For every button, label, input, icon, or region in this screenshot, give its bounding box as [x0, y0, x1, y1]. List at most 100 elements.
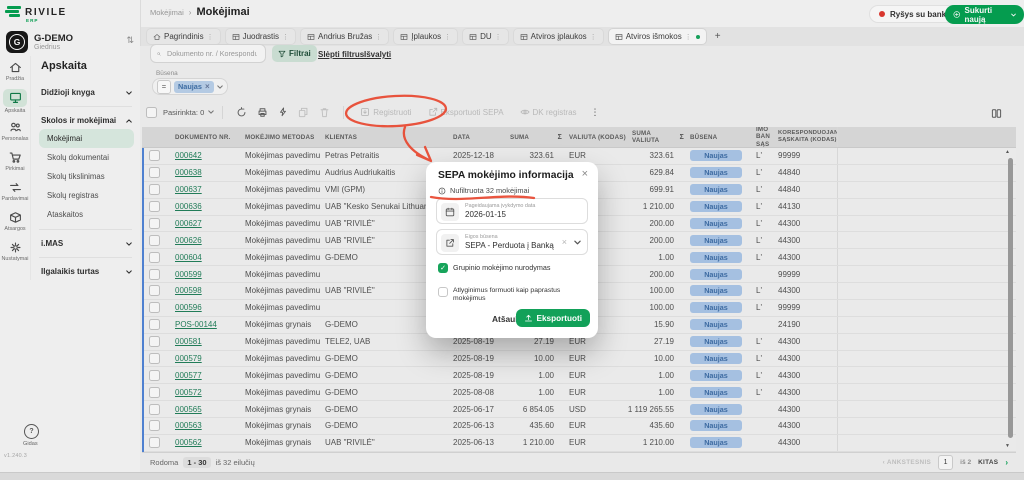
execution-date-field[interactable]: Pageidaujama įvykdymo data 2026-01-15: [436, 198, 588, 224]
breadcrumb-parent[interactable]: Mokėjimai: [150, 8, 184, 17]
document-link[interactable]: 000642: [175, 151, 202, 160]
tab-menu-icon[interactable]: ⋮: [375, 33, 382, 41]
hide-filters-link[interactable]: Slėpti filtrus: [318, 50, 364, 59]
sidebar-item-skolu-dokumentai[interactable]: Skolų dokumentai: [39, 148, 140, 167]
row-checkbox[interactable]: [149, 353, 160, 364]
scroll-up-icon[interactable]: ▲: [1005, 149, 1010, 155]
rail-item-apskaita[interactable]: Apskaita: [0, 86, 30, 116]
document-link[interactable]: 000604: [175, 253, 202, 262]
scrollbar-thumb[interactable]: [1008, 158, 1013, 438]
add-tab-button[interactable]: +: [711, 28, 725, 45]
row-checkbox[interactable]: [149, 150, 160, 161]
row-checkbox[interactable]: [149, 420, 160, 431]
sidebar-item-mokejimai[interactable]: Mokėjimai: [39, 129, 134, 148]
tab-du[interactable]: DU⋮: [462, 28, 509, 45]
dk-register-button[interactable]: DK registras: [520, 107, 577, 117]
row-checkbox[interactable]: [149, 269, 160, 280]
chevron-down-icon[interactable]: [208, 109, 214, 115]
document-link[interactable]: 000626: [175, 236, 202, 245]
row-checkbox[interactable]: [149, 184, 160, 195]
document-link[interactable]: 000627: [175, 219, 202, 228]
sum-sigma-icon[interactable]: Σ: [680, 134, 684, 141]
sum-sigma-icon[interactable]: Σ: [558, 134, 562, 141]
sidebar-item-ataskaitos[interactable]: Ataskaitos: [39, 205, 140, 224]
workspace-switcher[interactable]: G G-DEMO Giedrius ⇅: [6, 31, 134, 55]
row-checkbox[interactable]: [149, 218, 160, 229]
more-actions-icon[interactable]: ⋮: [591, 107, 600, 118]
sidebar-item-skolu-tikslinimas[interactable]: Skolų tikslinimas: [39, 167, 140, 186]
delete-button[interactable]: [319, 107, 330, 118]
rail-item-pardavimai[interactable]: Pardavimai: [0, 176, 30, 206]
col-busena[interactable]: BŪSENA: [688, 127, 752, 147]
rail-item-atsargos[interactable]: Atsargos: [0, 206, 30, 236]
register-button[interactable]: Registruoti: [360, 107, 411, 117]
previous-page-button[interactable]: ‹ ANKSTESNIS: [883, 459, 931, 466]
close-icon[interactable]: ×: [582, 168, 588, 180]
document-link[interactable]: 000577: [175, 371, 202, 380]
document-link[interactable]: 000636: [175, 202, 202, 211]
equals-operator-icon[interactable]: =: [157, 80, 171, 94]
col-klientas[interactable]: KLIENTAS: [321, 127, 449, 147]
sidebar-group-didzioji-knyga[interactable]: Didžioji knyga: [39, 84, 140, 101]
remove-chip-icon[interactable]: ×: [205, 82, 210, 91]
row-checkbox[interactable]: [149, 319, 160, 330]
column-settings-button[interactable]: [991, 108, 1002, 119]
checkbox-checked-icon[interactable]: ✓: [438, 263, 448, 273]
rail-item-pradzia[interactable]: Pradžia: [0, 56, 30, 86]
document-link[interactable]: 000565: [175, 405, 202, 414]
row-checkbox[interactable]: [149, 201, 160, 212]
row-checkbox[interactable]: [149, 285, 160, 296]
progress-status-field[interactable]: Eigos būsena SEPA - Perduota į Banką ×: [436, 229, 588, 255]
print-button[interactable]: [257, 107, 268, 118]
document-link[interactable]: 000562: [175, 438, 202, 447]
document-link[interactable]: 000599: [175, 270, 202, 279]
col-koresponduojanti-saskaita[interactable]: KORESPONDUOJANTI SĄSKAITA (KODAS): [774, 127, 838, 147]
tab-menu-icon[interactable]: ⋮: [495, 33, 502, 41]
col-mokejimo-metodas[interactable]: MOKĖJIMO METODAS: [241, 127, 321, 147]
document-link[interactable]: 000598: [175, 286, 202, 295]
checkbox-unchecked-icon[interactable]: [438, 287, 448, 297]
row-checkbox[interactable]: [149, 235, 160, 246]
tab-pagrindinis[interactable]: Pagrindinis⋮: [146, 28, 221, 45]
table-row[interactable]: 000565 Mokėjimas grynais G-DEMO 2025-06-…: [142, 401, 1016, 418]
current-page-button[interactable]: 1: [938, 455, 953, 470]
rail-item-personalas[interactable]: Personalas: [0, 116, 30, 146]
create-new-button[interactable]: Sukurti naują: [945, 5, 1024, 24]
document-link[interactable]: 000596: [175, 303, 202, 312]
row-checkbox[interactable]: [149, 370, 160, 381]
tab-menu-icon[interactable]: ⋮: [685, 33, 692, 41]
clear-field-icon[interactable]: ×: [562, 237, 567, 247]
rail-item-nustatymai[interactable]: Nustatymai: [0, 236, 30, 266]
col-valiuta[interactable]: VALIUTA (KODAS): [566, 127, 628, 147]
tab-menu-icon[interactable]: ⋮: [590, 33, 597, 41]
document-link[interactable]: 000572: [175, 388, 202, 397]
sidebar-item-skolu-registras[interactable]: Skolų registras: [39, 186, 140, 205]
refresh-button[interactable]: [236, 107, 247, 118]
table-row[interactable]: 000579 Mokėjimas pavedimu G-DEMO 2025-08…: [142, 351, 1016, 368]
clear-filters-link[interactable]: Išvalyti: [364, 50, 391, 59]
switch-company-icon[interactable]: ⇅: [126, 35, 134, 46]
select-all-checkbox[interactable]: [146, 107, 157, 118]
sidebar-group-ilgalaikis-turtas[interactable]: Ilgalaikis turtas: [39, 263, 140, 280]
document-link[interactable]: 000563: [175, 421, 202, 430]
row-checkbox[interactable]: [149, 252, 160, 263]
table-row[interactable]: 000563 Mokėjimas grynais G-DEMO 2025-06-…: [142, 418, 1016, 435]
col-suma[interactable]: SUMA Σ: [506, 127, 566, 147]
sidebar-group-imas[interactable]: i.MAS: [39, 235, 140, 252]
col-data[interactable]: DATA: [449, 127, 506, 147]
row-checkbox[interactable]: [149, 302, 160, 313]
document-link[interactable]: 000579: [175, 354, 202, 363]
document-link[interactable]: POS-00144: [175, 320, 217, 329]
col-suma-valiuta[interactable]: SUMA VALIUTA Σ: [628, 127, 688, 147]
help-guide[interactable]: ? Gidas v1.240.3: [0, 424, 60, 459]
col-dokumento-nr[interactable]: DOKUMENTO NR.: [166, 127, 241, 147]
search-input[interactable]: [165, 48, 259, 59]
table-row[interactable]: 000572 Mokėjimas pavedimu G-DEMO 2025-08…: [142, 384, 1016, 401]
search-box[interactable]: [150, 44, 266, 63]
document-link[interactable]: 000638: [175, 168, 202, 177]
tab-atviros-ismokos[interactable]: Atviros išmokos⋮: [608, 28, 707, 45]
tab-menu-icon[interactable]: ⋮: [207, 33, 214, 41]
quick-action-button[interactable]: [278, 107, 288, 117]
tab-menu-icon[interactable]: ⋮: [282, 33, 289, 41]
rail-item-pirkimai[interactable]: Pirkimai: [0, 146, 30, 176]
